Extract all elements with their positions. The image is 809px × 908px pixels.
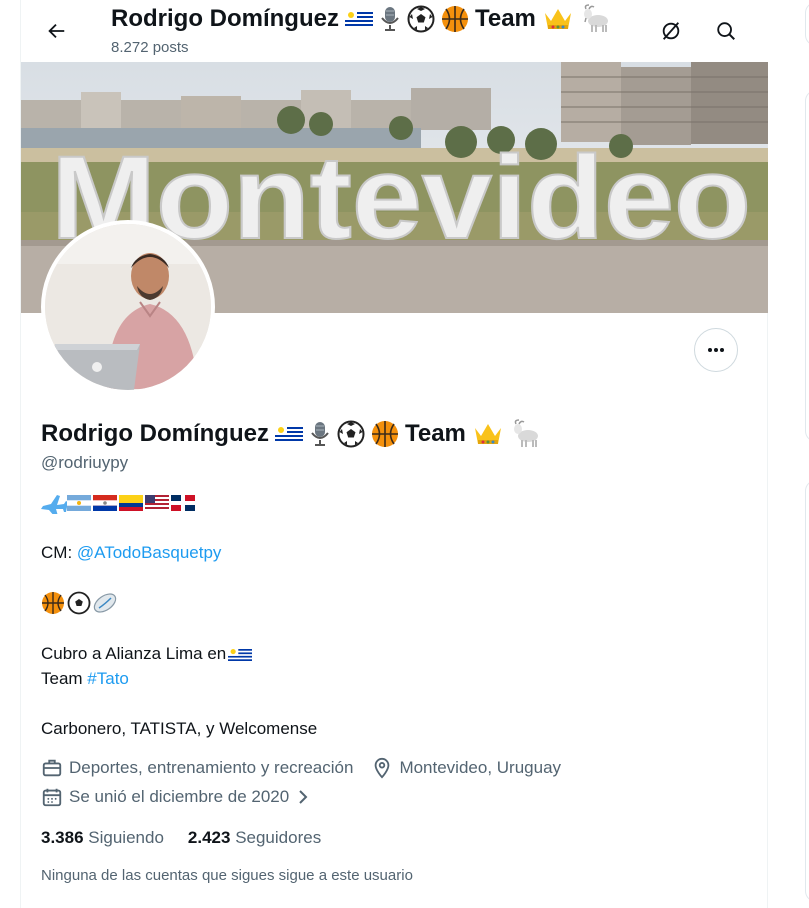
goat-icon [513,419,538,447]
profile-joined: Se unió el diciembre de 2020 [69,787,290,806]
dominican-flag-icon [171,495,195,511]
basketball-icon [441,6,468,32]
paraguay-flag-icon [93,495,117,511]
argentina-flag-icon [67,495,91,511]
profile-joined-row[interactable]: Se unió el diciembre de 2020 [41,786,311,808]
profile-name: Rodrigo Domínguez Team [41,419,542,449]
bio-flags-line [41,492,196,521]
more-dots-icon [708,348,724,352]
bio-team-label: Team [41,669,88,688]
right-panel-card-2 [805,480,809,902]
location-pin-icon [375,757,390,779]
rugby-ball-icon [93,593,117,613]
microphone-icon [381,7,399,31]
profile-handle: @rodriuypy [41,453,129,472]
bio-sports-emojis [42,591,117,615]
profile-name-team: Team [404,420,466,447]
grok-button[interactable] [654,14,688,48]
soccer-ball-icon [67,591,91,615]
basketball-icon [371,421,398,447]
bio-team-hashtag[interactable]: #Tato [87,669,129,688]
soccer-ball-icon [407,5,435,33]
profile-location: Montevideo, Uruguay [399,758,562,777]
search-icon [717,22,735,40]
follow-stats: 3.386 Siguiendo 2.423 Seguidores [41,828,321,848]
top-bar: Rodrigo Domínguez Team 8.272 posts [21,0,768,62]
search-button[interactable] [709,14,743,48]
followers-label: Seguidores [235,828,322,847]
bio-cubro-line: Cubro a Alianza Lima en Team #Tato [41,641,253,691]
followers-count: 2.423 [187,828,231,847]
following-label: Siguiendo [88,828,164,847]
crown-icon [474,424,501,444]
header-title: Rodrigo Domínguez Team [111,4,612,34]
bio-cubro-text: Cubro a Alianza Lima en [41,644,227,663]
bio-cm-link[interactable]: @ATodoBasquetpy [77,543,222,562]
profile-category[interactable]: Deportes, entrenamiento y recreación [69,758,353,778]
more-options-button[interactable] [694,328,738,372]
calendar-icon [42,788,62,807]
profile-name-text: Rodrigo Domínguez [41,420,269,447]
bio-emoji-row [41,495,195,517]
uruguay-flag-icon [228,646,253,663]
chevron-right-icon [299,790,308,804]
goat-icon [583,4,608,32]
bio-sports-line [41,591,121,622]
uruguay-flag-icon [344,10,373,28]
followers-link[interactable]: 2.423 Seguidores [188,828,321,848]
right-panel-card [805,90,809,442]
right-sidebar [805,0,809,908]
bio-cm-line: CM: @ATodoBasquetpy [41,540,221,565]
posts-count: 8.272 posts [111,39,189,56]
profile-column: Rodrigo Domínguez Team 8.272 posts Monte… [20,0,768,908]
following-count: 3.386 [41,828,84,847]
arrow-left-icon [48,23,65,39]
header-team: Team [474,5,536,32]
colombia-flag-icon [119,495,143,511]
basketball-icon [42,592,64,614]
soccer-ball-icon [337,420,365,448]
microphone-icon [311,422,329,446]
usa-flag-icon [145,495,169,511]
header-name: Rodrigo Domínguez [111,5,339,32]
right-search-box[interactable] [805,2,809,46]
avatar[interactable] [41,220,215,394]
crown-icon [544,9,571,29]
mutual-followers-note: Ninguna de las cuentas que sigues sigue … [41,867,413,884]
bio-carbonero-line: Carbonero, TATISTA, y Welcomense [41,719,318,738]
slash-circle-icon [662,22,680,40]
bio-cm-label: CM: [41,543,77,562]
profile-meta-row: Deportes, entrenamiento y recreación Mon… [41,757,561,779]
briefcase-icon [42,759,62,777]
following-link[interactable]: 3.386 Siguiendo [41,828,164,848]
avatar-photo [45,224,211,390]
back-button[interactable] [39,14,73,48]
uruguay-flag-icon [274,425,303,443]
airplane-icon [41,495,68,517]
